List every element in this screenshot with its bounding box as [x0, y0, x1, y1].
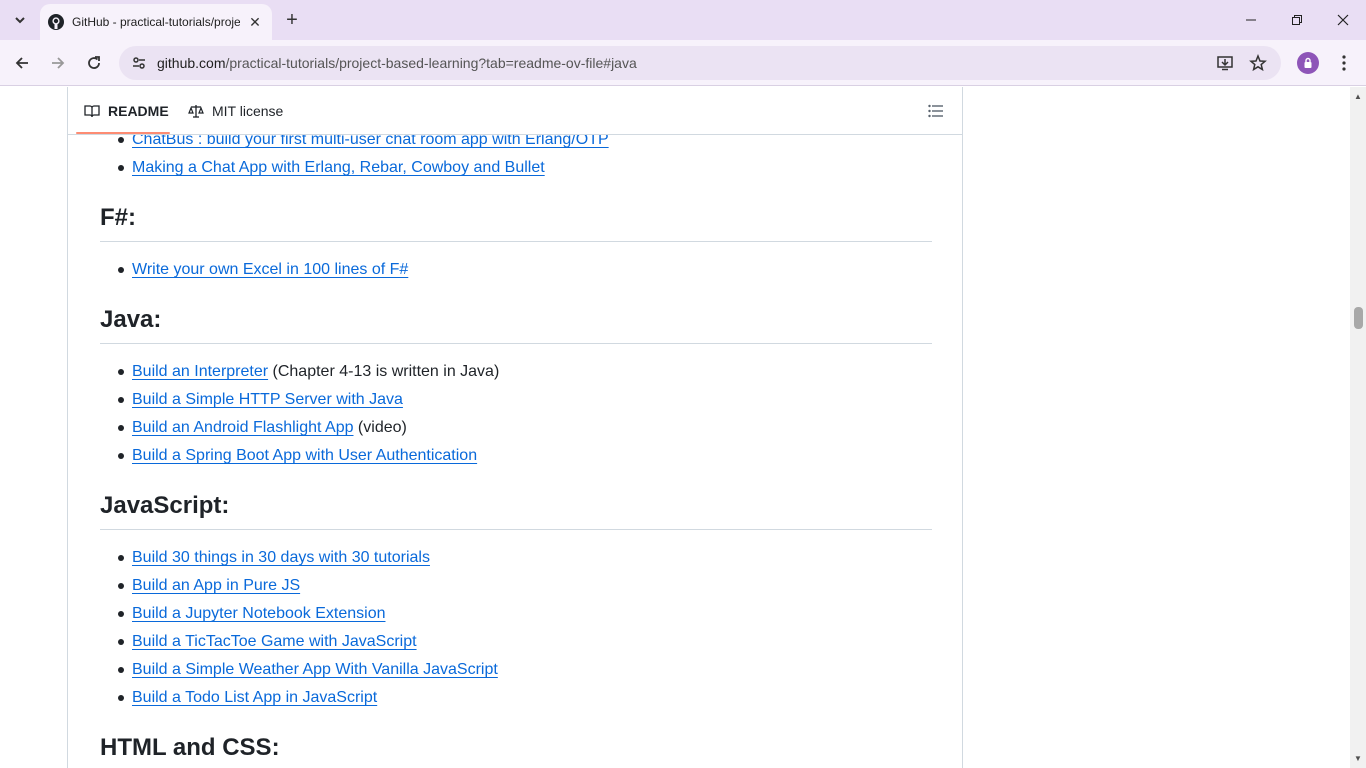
forward-button[interactable]: [44, 49, 72, 77]
tutorial-link[interactable]: Build an App in Pure JS: [132, 577, 300, 594]
scroll-down-arrow-icon[interactable]: ▼: [1350, 751, 1366, 765]
readme-header: README MIT license: [68, 87, 962, 135]
scrollbar-thumb[interactable]: [1354, 307, 1363, 329]
profile-avatar[interactable]: [1297, 52, 1319, 74]
outline-button[interactable]: [924, 101, 948, 121]
close-window-button[interactable]: [1320, 0, 1366, 40]
tutorial-link[interactable]: Build a Jupyter Notebook Extension: [132, 605, 385, 622]
tutorial-link[interactable]: Write your own Excel in 100 lines of F#: [132, 261, 408, 278]
tutorial-link[interactable]: Build a Simple Weather App With Vanilla …: [132, 661, 498, 678]
github-icon: [48, 14, 64, 30]
browser-menu-button[interactable]: [1332, 51, 1356, 75]
arrow-right-icon: [52, 57, 65, 69]
minimize-icon: [1246, 19, 1256, 21]
tab-readme[interactable]: README: [84, 87, 169, 135]
reload-icon: [88, 56, 100, 69]
tutorial-link[interactable]: Making a Chat App with Erlang, Rebar, Co…: [132, 159, 545, 176]
tutorial-link[interactable]: Build a Simple HTTP Server with Java: [132, 391, 403, 408]
tab-readme-label: README: [108, 103, 169, 119]
restore-button[interactable]: [1274, 0, 1320, 40]
tab-strip: GitHub - practical-tutorials/project-bas…: [0, 0, 1366, 40]
tutorial-link[interactable]: Build a TicTacToe Game with JavaScript: [132, 633, 417, 650]
tab-title: GitHub - practical-tutorials/project-bas…: [72, 15, 240, 29]
link-note: (Chapter 4-13 is written in Java): [268, 363, 500, 380]
url-text: github.com/practical-tutorials/project-b…: [157, 55, 637, 71]
site-info-icon[interactable]: [127, 51, 151, 75]
tutorial-link[interactable]: Build an Android Flashlight App: [132, 419, 353, 436]
heading-fsharp: F#:: [100, 203, 932, 242]
tutorial-link[interactable]: Build 30 things in 30 days with 30 tutor…: [132, 549, 430, 566]
link-note: (video): [353, 419, 407, 436]
tab-license[interactable]: MIT license: [188, 87, 283, 135]
tutorial-link[interactable]: Build an Interpreter: [132, 363, 268, 380]
tutorial-link[interactable]: Build a Spring Boot App with User Authen…: [132, 447, 477, 464]
bookmark-star-icon[interactable]: [1246, 51, 1270, 75]
readme-container: README MIT license ChatBus : build your …: [67, 87, 963, 768]
list-icon: [928, 104, 943, 118]
browser-toolbar: github.com/practical-tutorials/project-b…: [0, 40, 1366, 86]
active-tab-indicator: [76, 132, 170, 134]
close-icon: [1337, 14, 1349, 26]
address-bar[interactable]: github.com/practical-tutorials/project-b…: [119, 46, 1281, 80]
page-scrollbar[interactable]: ▲ ▼: [1350, 87, 1366, 768]
install-app-icon[interactable]: [1213, 51, 1237, 75]
minimize-button[interactable]: [1228, 0, 1274, 40]
browser-tab-active[interactable]: GitHub - practical-tutorials/project-bas…: [40, 4, 272, 40]
reload-button[interactable]: [80, 49, 108, 77]
law-icon: [188, 103, 204, 119]
chevron-down-icon: [15, 17, 25, 24]
tab-license-label: MIT license: [212, 103, 284, 119]
page-viewport: README MIT license ChatBus : build your …: [0, 87, 1350, 768]
tab-search-button[interactable]: [6, 8, 34, 32]
heading-javascript: JavaScript:: [100, 491, 932, 530]
heading-html-css: HTML and CSS:: [100, 733, 932, 768]
lock-avatar-icon: [1304, 57, 1312, 68]
back-button[interactable]: [8, 49, 36, 77]
url-path: /practical-tutorials/project-based-learn…: [225, 55, 637, 71]
arrow-left-icon: [15, 57, 28, 69]
more-vertical-icon: [1342, 55, 1346, 71]
close-tab-icon[interactable]: ✕: [246, 13, 264, 31]
restore-icon: [1292, 15, 1302, 25]
book-icon: [84, 103, 100, 119]
tutorial-link[interactable]: Build a Todo List App in JavaScript: [132, 689, 377, 706]
url-host: github.com: [157, 55, 226, 71]
scroll-up-arrow-icon[interactable]: ▲: [1350, 89, 1366, 103]
new-tab-button[interactable]: +: [280, 8, 304, 32]
heading-java: Java:: [100, 305, 932, 344]
